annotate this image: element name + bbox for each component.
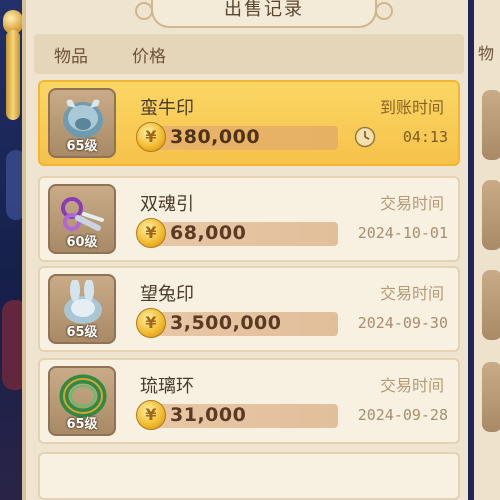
item-name: 蛮牛印 [140,98,194,119]
time-label: 到账时间 [379,98,444,117]
item-level: 60级 [66,235,98,250]
item-slot[interactable]: 65级 [48,274,116,344]
header-price: 价格 [132,47,166,67]
item-price: 3,500,000 [170,312,282,334]
item-level: 65级 [66,325,98,340]
time-value: 2024-09-30 [357,314,448,332]
item-slot[interactable]: 65级 [48,88,116,158]
item-level: 65级 [66,417,98,432]
sale-row[interactable]: 65级 望兔印 ¥ 3,500,000 交易时间 2024-09-30 [38,266,460,352]
time-value: 04:13 [402,128,448,146]
item-level: 65级 [66,139,98,154]
item-slot[interactable]: 65级 [48,366,116,436]
item-price: 380,000 [170,126,261,148]
coin-icon: ¥ [136,400,166,430]
item-name: 双魂引 [140,194,194,215]
column-headers: 物品 价格 [34,34,464,74]
item-name: 望兔印 [140,284,194,305]
sale-row[interactable]: 60级 双魂引 ¥ 68,000 交易时间 2024-10-01 [38,176,460,262]
adjacent-item-slot[interactable] [482,362,500,432]
adjacent-item-slot[interactable] [482,90,500,160]
item-name: 琉璃环 [140,376,194,397]
adjacent-item-slot[interactable] [482,270,500,340]
item-price: 31,000 [170,404,247,426]
header-item: 物品 [54,47,88,67]
coin-icon: ¥ [136,218,166,248]
adjacent-header: 物 [478,44,495,63]
adjacent-item-slot[interactable] [482,180,500,250]
adjacent-panel: 物 [470,0,500,500]
panel-title: 出售记录 [135,0,393,28]
time-value: 2024-10-01 [357,224,448,242]
time-value: 2024-09-28 [357,406,448,424]
gold-tassel-decoration [6,30,20,120]
sale-row[interactable]: 65级 琉璃环 ¥ 31,000 交易时间 2024-09-28 [38,358,460,444]
time-label: 交易时间 [379,194,444,213]
item-price: 68,000 [170,222,247,244]
sales-record-panel: 出售记录 物品 价格 65级 蛮牛印 ¥ 380,000 到账时间 04:13 [22,0,468,500]
time-label: 交易时间 [379,376,444,395]
coin-icon: ¥ [136,308,166,338]
time-label: 交易时间 [379,284,444,303]
clock-icon [354,126,376,148]
sale-row[interactable]: 65级 蛮牛印 ¥ 380,000 到账时间 04:13 [38,80,460,166]
item-slot[interactable]: 60级 [48,184,116,254]
sale-row-partial[interactable] [38,452,460,500]
coin-icon: ¥ [136,122,166,152]
